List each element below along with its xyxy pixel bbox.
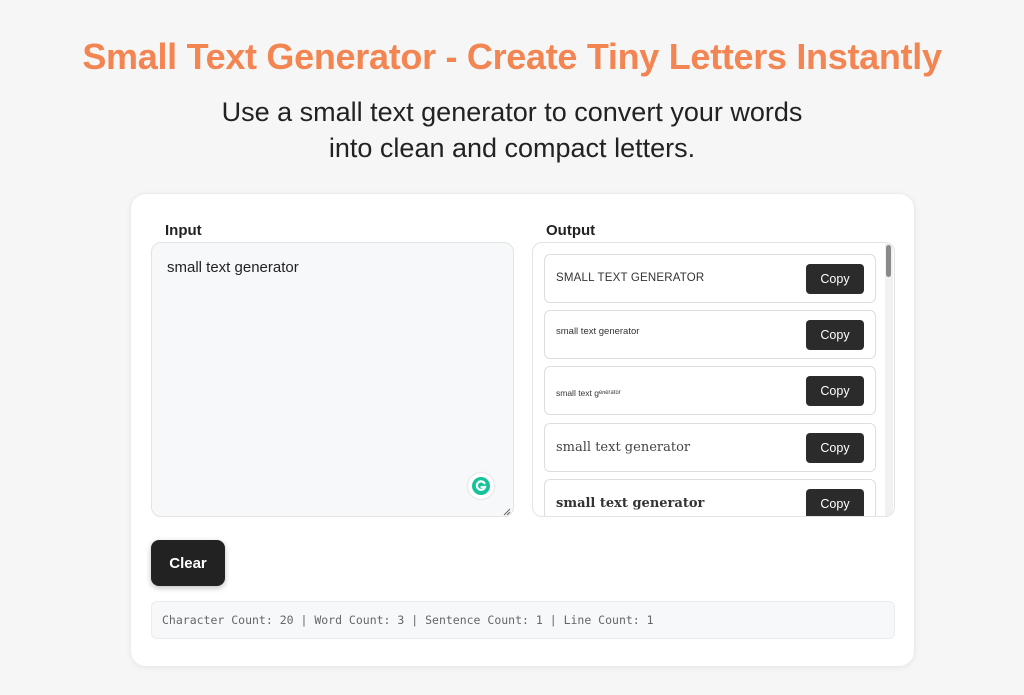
input-textarea[interactable]: small text generator bbox=[151, 242, 514, 517]
resize-handle-icon[interactable] bbox=[501, 506, 511, 516]
output-row: small text generator Copy bbox=[544, 310, 876, 359]
page-title: Small Text Generator - Create Tiny Lette… bbox=[82, 36, 942, 77]
generator-card: Input Output small text generator SMALL … bbox=[130, 193, 915, 667]
copy-button[interactable]: Copy bbox=[806, 433, 864, 463]
page-subtitle: Use a small text generator to convert yo… bbox=[0, 94, 1024, 166]
copy-button[interactable]: Copy bbox=[806, 320, 864, 350]
output-row: SMALL TEXT GENERATOR Copy bbox=[544, 254, 876, 303]
grammarly-icon[interactable] bbox=[468, 473, 494, 499]
subtitle-line-1: Use a small text generator to convert yo… bbox=[221, 97, 803, 127]
output-text: small text generator bbox=[556, 326, 640, 337]
output-label: Output bbox=[546, 222, 596, 239]
copy-button[interactable]: Copy bbox=[806, 489, 864, 516]
input-label: Input bbox=[165, 222, 202, 239]
output-text: SMALL TEXT GENERATOR bbox=[556, 272, 705, 284]
output-row: small text generator Copy bbox=[544, 423, 876, 472]
subtitle-line-2: into clean and compact letters. bbox=[328, 133, 696, 163]
scrollbar-thumb[interactable] bbox=[886, 245, 891, 277]
output-text: small text ɡᵉⁿᵉʳᵃᵗᵒʳ bbox=[556, 388, 621, 398]
output-text: small text generator bbox=[556, 440, 691, 455]
output-row: small text generator Copy bbox=[544, 479, 876, 516]
output-row: small text ɡᵉⁿᵉʳᵃᵗᵒʳ Copy bbox=[544, 366, 876, 415]
copy-button[interactable]: Copy bbox=[806, 264, 864, 294]
clear-button[interactable]: Clear bbox=[151, 540, 225, 586]
output-scrollbar[interactable] bbox=[885, 243, 893, 516]
output-text: small text generator bbox=[556, 496, 705, 511]
copy-button[interactable]: Copy bbox=[806, 376, 864, 406]
text-statistics: Character Count: 20 | Word Count: 3 | Se… bbox=[151, 601, 895, 639]
output-list[interactable]: SMALL TEXT GENERATOR Copy small text gen… bbox=[532, 242, 895, 517]
